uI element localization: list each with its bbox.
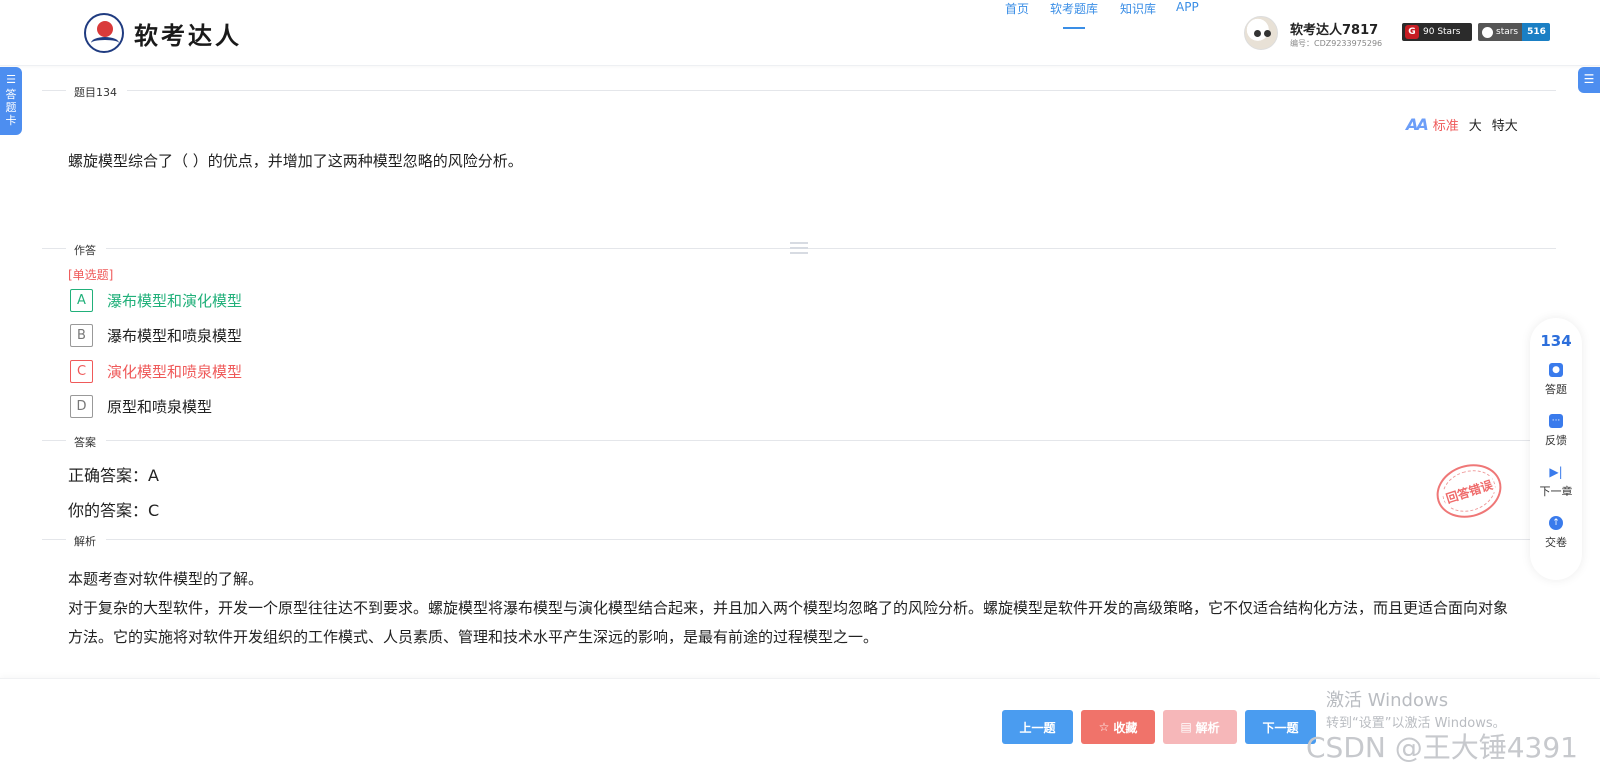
analysis-button[interactable]: ▤ 解析: [1163, 710, 1237, 744]
gitee-stars-badge[interactable]: G 90 Stars: [1402, 23, 1472, 41]
option-c[interactable]: C 演化模型和喷泉模型: [70, 359, 242, 383]
answer-card-label: 答题卡: [5, 88, 17, 127]
brand-name: 软考达人: [134, 21, 242, 50]
option-text: 演化模型和喷泉模型: [107, 362, 243, 381]
option-letter: A: [70, 288, 93, 312]
submit-exam-label: 交卷: [1545, 536, 1567, 549]
favorite-button[interactable]: ☆ 收藏: [1081, 710, 1155, 744]
github-icon: [1482, 26, 1493, 38]
section-answer: 答案: [42, 434, 1556, 450]
top-header: 软考达人 首页 软考题库 知识库 APP 软考达人7817 编号：CDZ9233…: [0, 0, 1600, 66]
section-question: 题目134: [42, 84, 1556, 100]
stamp-text: 回答错误: [1441, 474, 1497, 508]
option-a[interactable]: A 瀑布模型和演化模型: [70, 288, 242, 312]
analysis-label: 解析: [1195, 720, 1220, 735]
chat-icon: ···: [1549, 414, 1563, 428]
submit-exam-button[interactable]: ↑ 交卷: [1530, 516, 1582, 550]
next-chapter-button[interactable]: ▶| 下一章: [1530, 465, 1582, 499]
feedback-button[interactable]: ··· 反馈: [1530, 414, 1582, 448]
prev-question-button[interactable]: 上一题: [1002, 710, 1073, 744]
font-size-large[interactable]: 大: [1469, 115, 1482, 134]
star-icon: ☆: [1098, 720, 1110, 734]
answer-sheet-label: 答题: [1545, 383, 1567, 396]
menu-icon: ☰: [6, 73, 16, 86]
user-id: 编号：CDZ9233975296: [1290, 39, 1383, 48]
floating-action-panel: 134 ● 答题 ··· 反馈 ▶| 下一章 ↑ 交卷: [1530, 318, 1582, 580]
document-icon: ▤: [1180, 720, 1192, 734]
next-question-label: 下一题: [1262, 720, 1299, 735]
favorite-label: 收藏: [1113, 720, 1138, 735]
csdn-watermark: CSDN @王大锤4391: [1306, 731, 1578, 764]
github-stars-label: stars: [1496, 27, 1519, 37]
font-size-standard[interactable]: 标准: [1433, 115, 1459, 134]
nav-question-bank[interactable]: 软考题库: [1050, 0, 1098, 17]
user-name[interactable]: 软考达人7817: [1290, 19, 1378, 38]
your-answer: 你的答案：C: [68, 501, 160, 520]
answer-card-tab[interactable]: ☰ 答题卡: [0, 67, 22, 135]
option-text: 瀑布模型和演化模型: [107, 291, 243, 310]
github-stars-badge[interactable]: stars 516: [1478, 23, 1550, 41]
menu-icon: ☰: [1583, 72, 1595, 86]
shield-icon: ●: [1549, 363, 1563, 377]
gitee-stars-text: 90 Stars: [1423, 27, 1461, 37]
section-question-label: 题目134: [66, 84, 127, 100]
brand-logo[interactable]: 软考达人: [84, 13, 242, 53]
question-text: 螺旋模型综合了（ ）的优点，并增加了这两种模型忽略的风险分析。: [68, 152, 523, 170]
right-menu-tab[interactable]: ☰: [1578, 67, 1600, 93]
logo-mark-icon: [84, 13, 124, 53]
analysis-paragraph: 本题考查对软件模型的了解。: [68, 570, 264, 588]
section-analysis-label: 解析: [66, 533, 106, 549]
option-letter: B: [70, 323, 93, 347]
option-d[interactable]: D 原型和喷泉模型: [70, 394, 212, 418]
section-response-label: 作答: [66, 242, 106, 258]
font-size-switch: AA 标准 大 特大: [1406, 115, 1528, 134]
option-letter: C: [70, 359, 93, 383]
analysis-paragraph: 对于复杂的大型软件，开发一个原型往往达不到要求。螺旋模型将瀑布模型与演化模型结合…: [68, 599, 1509, 646]
font-size-xlarge[interactable]: 特大: [1492, 115, 1518, 134]
drag-handle[interactable]: [790, 242, 808, 254]
nav-knowledge[interactable]: 知识库: [1120, 0, 1156, 17]
option-letter: D: [70, 394, 93, 418]
prev-question-label: 上一题: [1019, 720, 1056, 735]
font-size-icon: AA: [1406, 115, 1429, 134]
skip-next-icon: ▶|: [1549, 465, 1563, 479]
section-analysis: 解析: [42, 533, 1556, 549]
nav-app[interactable]: APP: [1176, 0, 1199, 14]
avatar[interactable]: [1244, 16, 1278, 50]
question-number: 134: [1540, 332, 1572, 350]
nav-home[interactable]: 首页: [1005, 0, 1029, 17]
analysis-content: 本题考查对软件模型的了解。 对于复杂的大型软件，开发一个原型往往达不到要求。螺旋…: [68, 565, 1518, 652]
option-text: 原型和喷泉模型: [107, 397, 213, 416]
section-answer-label: 答案: [66, 434, 106, 450]
upload-icon: ↑: [1549, 516, 1563, 530]
option-b[interactable]: B 瀑布模型和喷泉模型: [70, 323, 242, 347]
wrong-answer-stamp: 回答错误: [1429, 456, 1509, 526]
gitee-icon: G: [1405, 25, 1419, 39]
option-text: 瀑布模型和喷泉模型: [107, 326, 243, 345]
correct-answer: 正确答案：A: [68, 466, 159, 485]
feedback-label: 反馈: [1545, 434, 1567, 447]
windows-activation-title: 激活 Windows: [1326, 690, 1449, 711]
github-stars-count: 516: [1522, 23, 1550, 41]
next-chapter-label: 下一章: [1539, 485, 1573, 498]
answer-sheet-button[interactable]: ● 答题: [1530, 363, 1582, 397]
question-type: [单选题]: [68, 268, 114, 282]
